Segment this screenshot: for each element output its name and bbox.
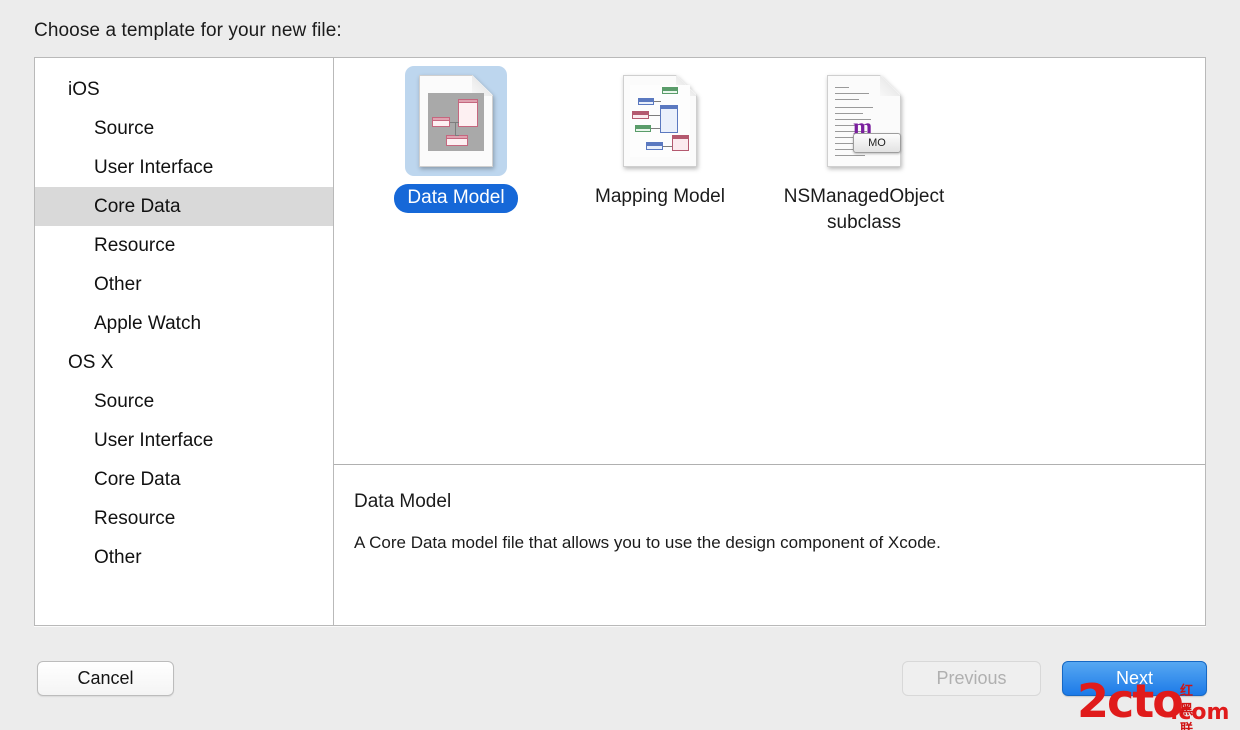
template-icon-holder	[609, 66, 711, 176]
sidebar-item-label: Resource	[94, 235, 175, 256]
template-tile-mapping-model[interactable]: Mapping Model	[558, 64, 762, 236]
sidebar-item-ios-user-interface[interactable]: User Interface	[35, 148, 333, 187]
nsmanagedobject-source-file-icon: m MO	[827, 75, 901, 167]
sidebar-item-osx-other[interactable]: Other	[35, 538, 333, 577]
sidebar-item-osx-source[interactable]: Source	[35, 382, 333, 421]
sidebar-item-ios-core-data[interactable]: Core Data	[35, 187, 333, 226]
sidebar-item-osx-core-data[interactable]: Core Data	[35, 460, 333, 499]
platform-category-sidebar[interactable]: iOS Source User Interface Core Data Reso…	[35, 58, 334, 625]
sidebar-item-label: Source	[94, 118, 154, 139]
data-model-document-icon	[419, 75, 493, 167]
sidebar-item-label: User Interface	[94, 157, 213, 178]
sidebar-item-label: OS X	[68, 352, 113, 373]
sidebar-item-osx-user-interface[interactable]: User Interface	[35, 421, 333, 460]
sidebar-item-osx-resource[interactable]: Resource	[35, 499, 333, 538]
sidebar-item-label: Other	[94, 274, 142, 295]
next-button[interactable]: Next	[1062, 661, 1207, 696]
new-file-template-dialog: Choose a template for your new file: iOS…	[0, 0, 1240, 730]
mapping-model-document-icon	[623, 75, 697, 167]
sidebar-item-label: Resource	[94, 508, 175, 529]
template-tile-label: NSManagedObject subclass	[777, 184, 952, 236]
managed-object-badge: MO	[853, 133, 901, 153]
template-icon-holder: m MO	[813, 66, 915, 176]
sidebar-item-ios[interactable]: iOS	[35, 70, 333, 109]
sidebar-item-label: Other	[94, 547, 142, 568]
template-icon-selection-highlight	[405, 66, 507, 176]
sidebar-item-label: User Interface	[94, 430, 213, 451]
description-title: Data Model	[354, 491, 1205, 513]
template-tile-data-model[interactable]: Data Model	[354, 64, 558, 236]
template-tile-label: Data Model	[394, 184, 517, 213]
template-chooser-frame: iOS Source User Interface Core Data Reso…	[34, 57, 1206, 626]
previous-button[interactable]: Previous	[902, 661, 1041, 696]
template-tile-nsmanagedobject-subclass[interactable]: m MO NSManagedObject subclass	[762, 64, 966, 236]
sidebar-item-ios-other[interactable]: Other	[35, 265, 333, 304]
watermark-suffix: .com	[1170, 700, 1229, 725]
sidebar-item-ios-resource[interactable]: Resource	[35, 226, 333, 265]
sidebar-item-osx[interactable]: OS X	[35, 343, 333, 382]
description-body: A Core Data model file that allows you t…	[354, 533, 1205, 553]
cancel-button[interactable]: Cancel	[37, 661, 174, 696]
sidebar-item-label: Source	[94, 391, 154, 412]
sidebar-item-label: Core Data	[94, 469, 181, 490]
template-tile-label: Mapping Model	[595, 184, 725, 210]
template-description-panel: Data Model A Core Data model file that a…	[334, 465, 1205, 625]
sidebar-item-label: Core Data	[94, 196, 181, 217]
page-title: Choose a template for your new file:	[34, 20, 342, 42]
sidebar-item-label: Apple Watch	[94, 313, 201, 334]
sidebar-item-ios-apple-watch[interactable]: Apple Watch	[35, 304, 333, 343]
template-grid-area: Data Model	[334, 58, 1205, 465]
template-grid: Data Model	[354, 64, 1205, 236]
sidebar-item-ios-source[interactable]: Source	[35, 109, 333, 148]
sidebar-item-label: iOS	[68, 79, 100, 100]
template-pane: Data Model	[334, 58, 1205, 625]
